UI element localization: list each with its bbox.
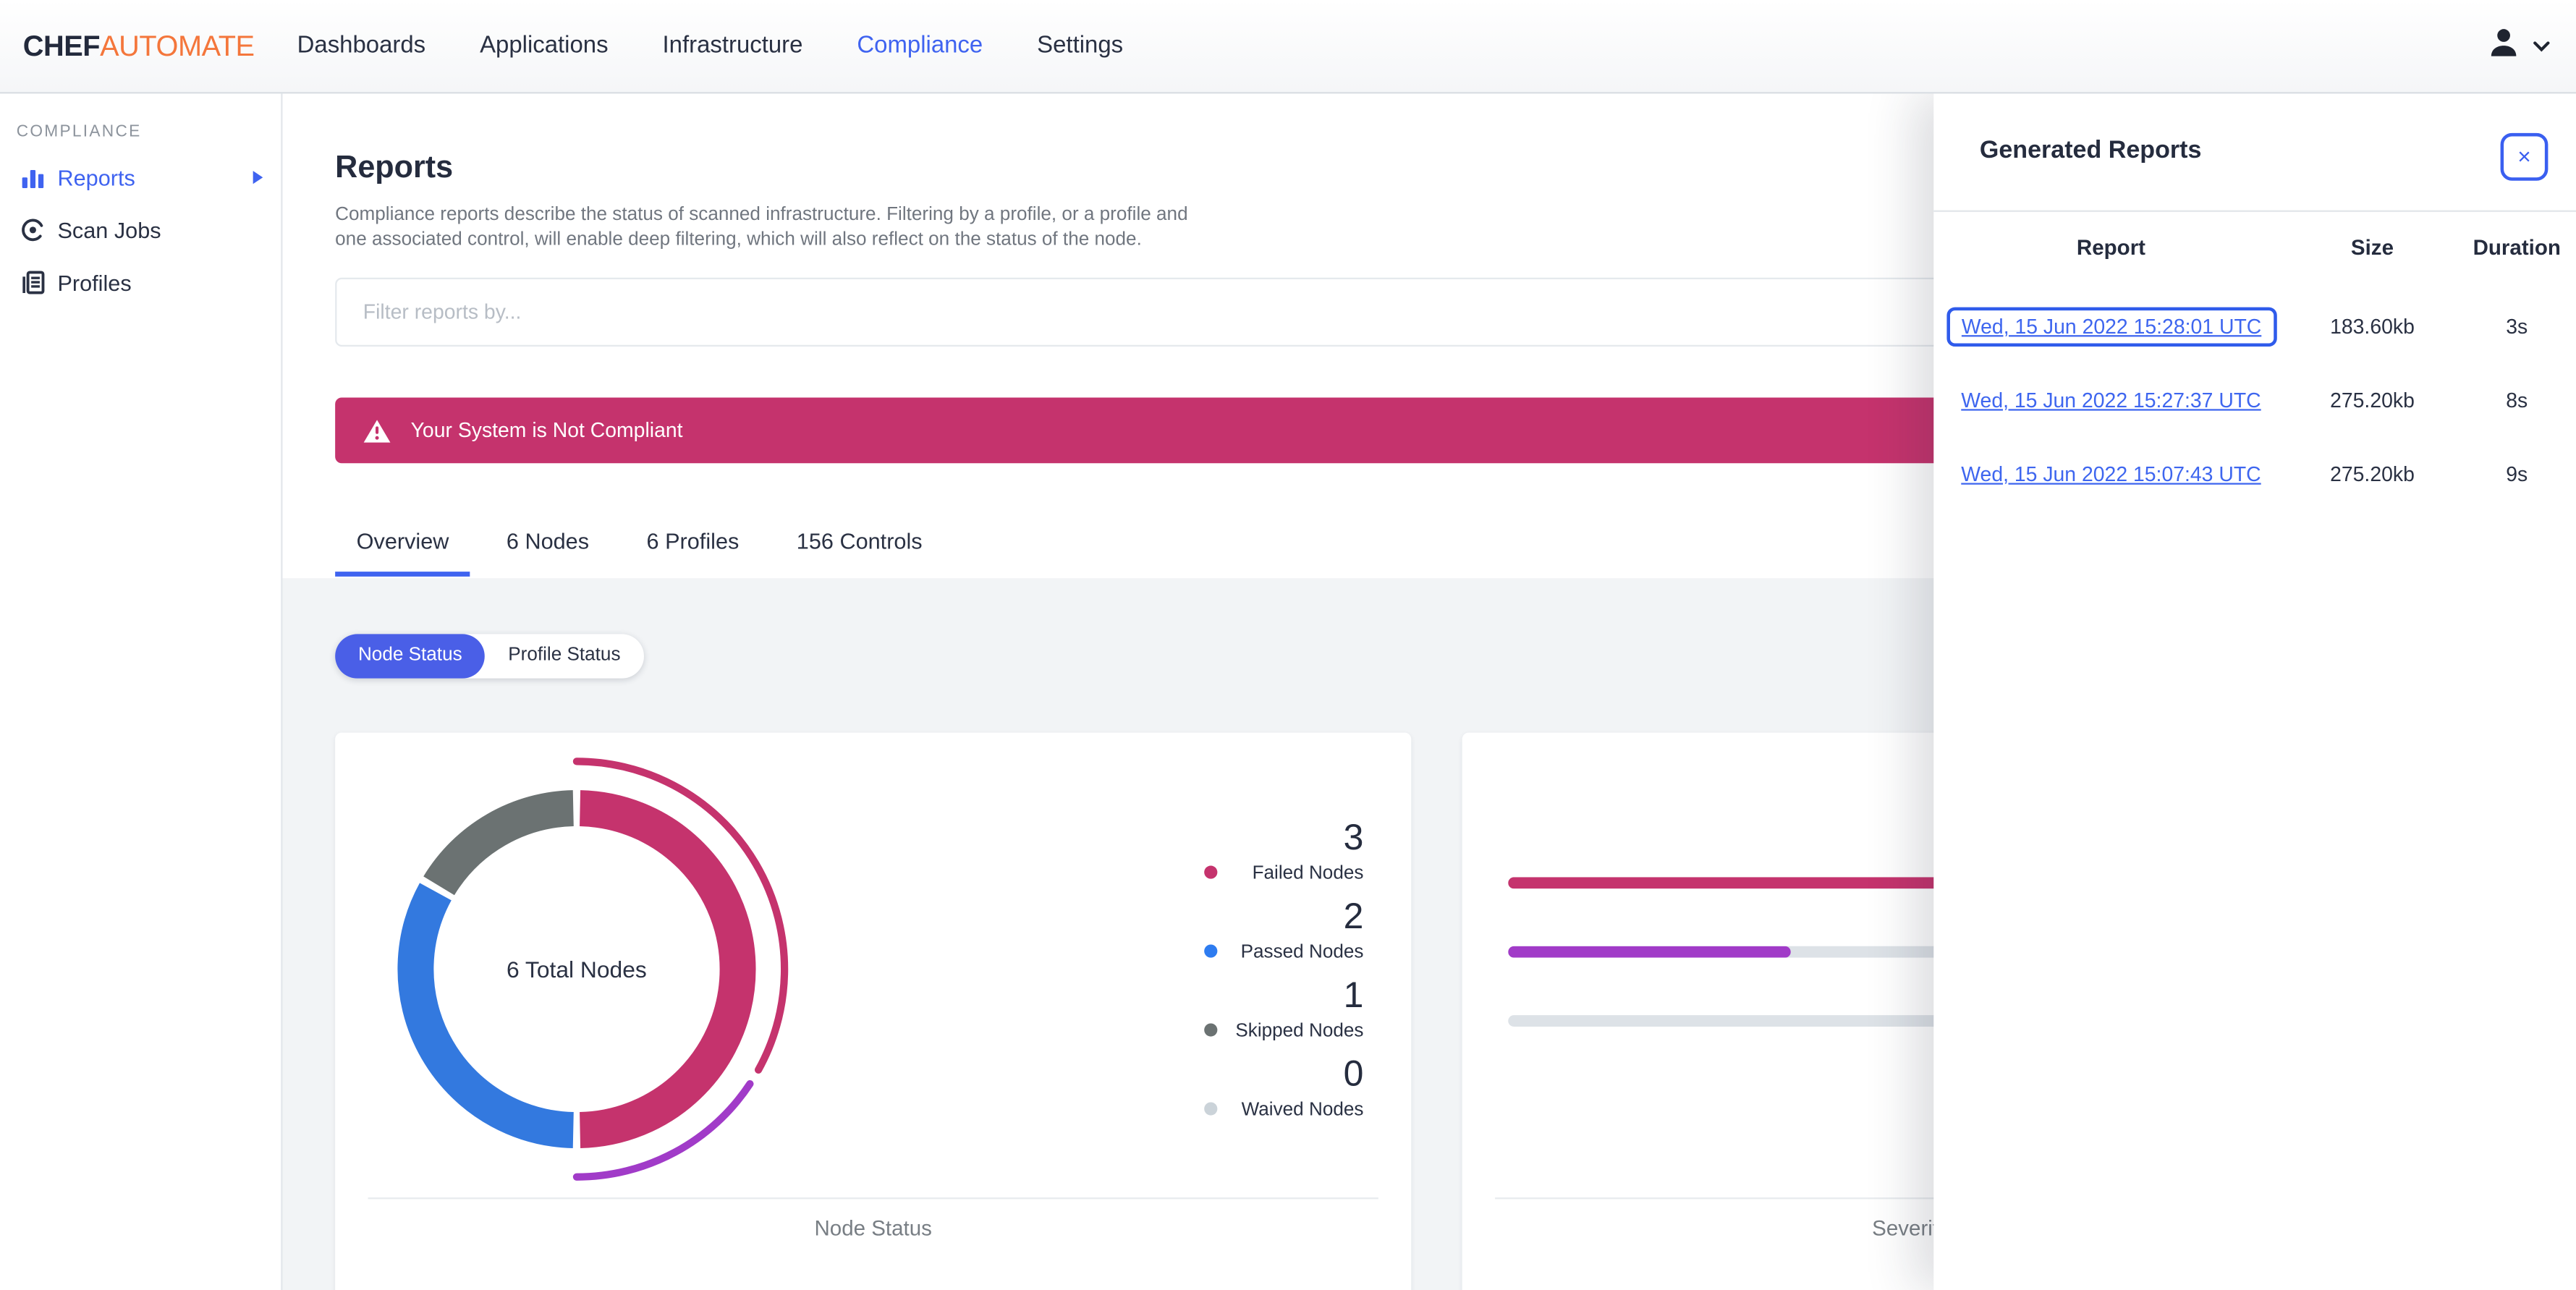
top-nav: CHEFAUTOMATE Dashboards Applications Inf… — [0, 0, 2576, 94]
brand-chef: CHEF — [22, 28, 101, 62]
report-tabs: Overview 6 Nodes 6 Profiles 156 Controls — [335, 511, 944, 577]
column-header-size: Size — [2350, 234, 2394, 260]
tab-nodes[interactable]: 6 Nodes — [485, 511, 610, 577]
legend-label: Waived Nodes — [1241, 1100, 1364, 1121]
sidebar-item-profiles[interactable]: Profiles — [0, 258, 283, 307]
reports-table-header: Report Size Duration — [1933, 235, 2576, 274]
panel-title: Generated Reports — [1979, 136, 2202, 165]
legend-entry-failed: 3 Failed Nodes — [1199, 816, 1363, 895]
page-title: Reports — [335, 150, 454, 185]
nav-item-applications[interactable]: Applications — [480, 33, 609, 59]
legend-entry-passed: 2 Passed Nodes — [1199, 895, 1363, 974]
table-row: Wed, 15 Jun 2022 15:27:37 UTC 275.20kb 8… — [1933, 364, 2576, 438]
table-row: Wed, 15 Jun 2022 15:28:01 UTC 183.60kb 3… — [1933, 290, 2576, 364]
waived-dot-icon — [1204, 1102, 1218, 1116]
passed-count: 2 — [1343, 895, 1364, 937]
skipped-dot-icon — [1204, 1023, 1218, 1037]
tab-profiles[interactable]: 6 Profiles — [625, 511, 760, 577]
brand-automate: AUTOMATE — [100, 28, 255, 62]
alert-message: Your System is Not Compliant — [410, 418, 683, 442]
passed-dot-icon — [1204, 944, 1218, 958]
nav-item-compliance[interactable]: Compliance — [857, 33, 983, 59]
profile-status-toggle-button[interactable]: Profile Status — [485, 634, 643, 678]
sidebar-section-label: COMPLIANCE — [16, 123, 142, 142]
legend-label: Skipped Nodes — [1235, 1022, 1364, 1042]
sidebar-item-label: Profiles — [57, 270, 132, 295]
panel-divider — [1933, 210, 2576, 212]
node-status-donut-chart — [363, 755, 790, 1182]
column-header-report: Report — [2076, 234, 2146, 260]
report-link[interactable]: Wed, 15 Jun 2022 15:07:43 UTC — [1961, 463, 2261, 486]
page-description: Compliance reports describe the status o… — [335, 204, 1188, 250]
main-content: Reports Compliance reports describe the … — [282, 93, 2576, 1290]
chef-automate-app: CHEFAUTOMATE Dashboards Applications Inf… — [0, 0, 2576, 1290]
tab-controls[interactable]: 156 Controls — [775, 511, 944, 577]
card-footer-divider — [368, 1197, 1378, 1200]
user-icon — [2486, 24, 2522, 68]
focused-report-link-box: Wed, 15 Jun 2022 15:28:01 UTC — [1946, 307, 2276, 347]
report-link[interactable]: Wed, 15 Jun 2022 15:27:37 UTC — [1961, 389, 2261, 412]
report-duration: 9s — [2506, 463, 2528, 487]
column-header-duration: Duration — [2473, 234, 2561, 260]
table-row: Wed, 15 Jun 2022 15:07:43 UTC 275.20kb 9… — [1933, 438, 2576, 512]
legend-entry-skipped: 1 Skipped Nodes — [1199, 974, 1363, 1053]
donut-legend: 3 Failed Nodes 2 Passed Nodes 1 Skipped … — [1199, 816, 1363, 1132]
failed-dot-icon — [1204, 865, 1218, 879]
legend-label: Passed Nodes — [1240, 943, 1364, 963]
nav-menu: Dashboards Applications Infrastructure C… — [297, 33, 1124, 59]
nav-item-settings[interactable]: Settings — [1037, 33, 1123, 59]
chevron-down-icon — [2533, 31, 2550, 61]
nav-item-infrastructure[interactable]: Infrastructure — [663, 33, 803, 59]
skipped-count: 1 — [1343, 974, 1364, 1016]
node-status-toggle-button[interactable]: Node Status — [335, 634, 486, 679]
status-toggle: Node Status Profile Status — [335, 634, 644, 679]
report-size: 275.20kb — [2330, 389, 2415, 412]
legend-label: Failed Nodes — [1252, 864, 1364, 884]
report-size: 183.60kb — [2330, 315, 2415, 339]
bar-chart-icon — [20, 164, 46, 190]
node-status-card: 6 Total Nodes 3 Failed Nodes 2 Passed No… — [335, 732, 1412, 1290]
close-icon: × — [2517, 143, 2531, 169]
sidebar-item-label: Scan Jobs — [57, 217, 161, 242]
sidebar-item-label: Reports — [57, 165, 135, 190]
close-panel-button[interactable]: × — [2500, 132, 2549, 181]
tab-overview[interactable]: Overview — [335, 511, 471, 577]
nav-item-dashboards[interactable]: Dashboards — [297, 33, 426, 59]
submenu-arrow-icon — [253, 171, 263, 184]
report-duration: 8s — [2506, 389, 2528, 412]
generated-reports-panel: Generated Reports × Report Size Duration… — [1933, 93, 2576, 1290]
sidebar: COMPLIANCE Reports Scan Jobs Profiles — [0, 93, 283, 1290]
documents-stack-icon — [20, 269, 46, 295]
warning-triangle-icon — [363, 419, 391, 442]
node-status-card-footer: Node Status — [814, 1215, 932, 1241]
report-link[interactable]: Wed, 15 Jun 2022 15:28:01 UTC — [1962, 315, 2261, 339]
sidebar-item-scan-jobs[interactable]: Scan Jobs — [0, 205, 283, 255]
legend-entry-waived: 0 Waived Nodes — [1199, 1053, 1363, 1132]
waived-count: 0 — [1343, 1053, 1364, 1095]
user-menu-button[interactable] — [2486, 24, 2550, 68]
brand-logo[interactable]: CHEFAUTOMATE — [23, 29, 255, 64]
scan-target-icon — [20, 217, 46, 243]
sidebar-item-reports[interactable]: Reports — [0, 153, 283, 202]
report-duration: 3s — [2506, 315, 2528, 339]
report-size: 275.20kb — [2330, 463, 2415, 487]
failed-count: 3 — [1343, 816, 1364, 858]
